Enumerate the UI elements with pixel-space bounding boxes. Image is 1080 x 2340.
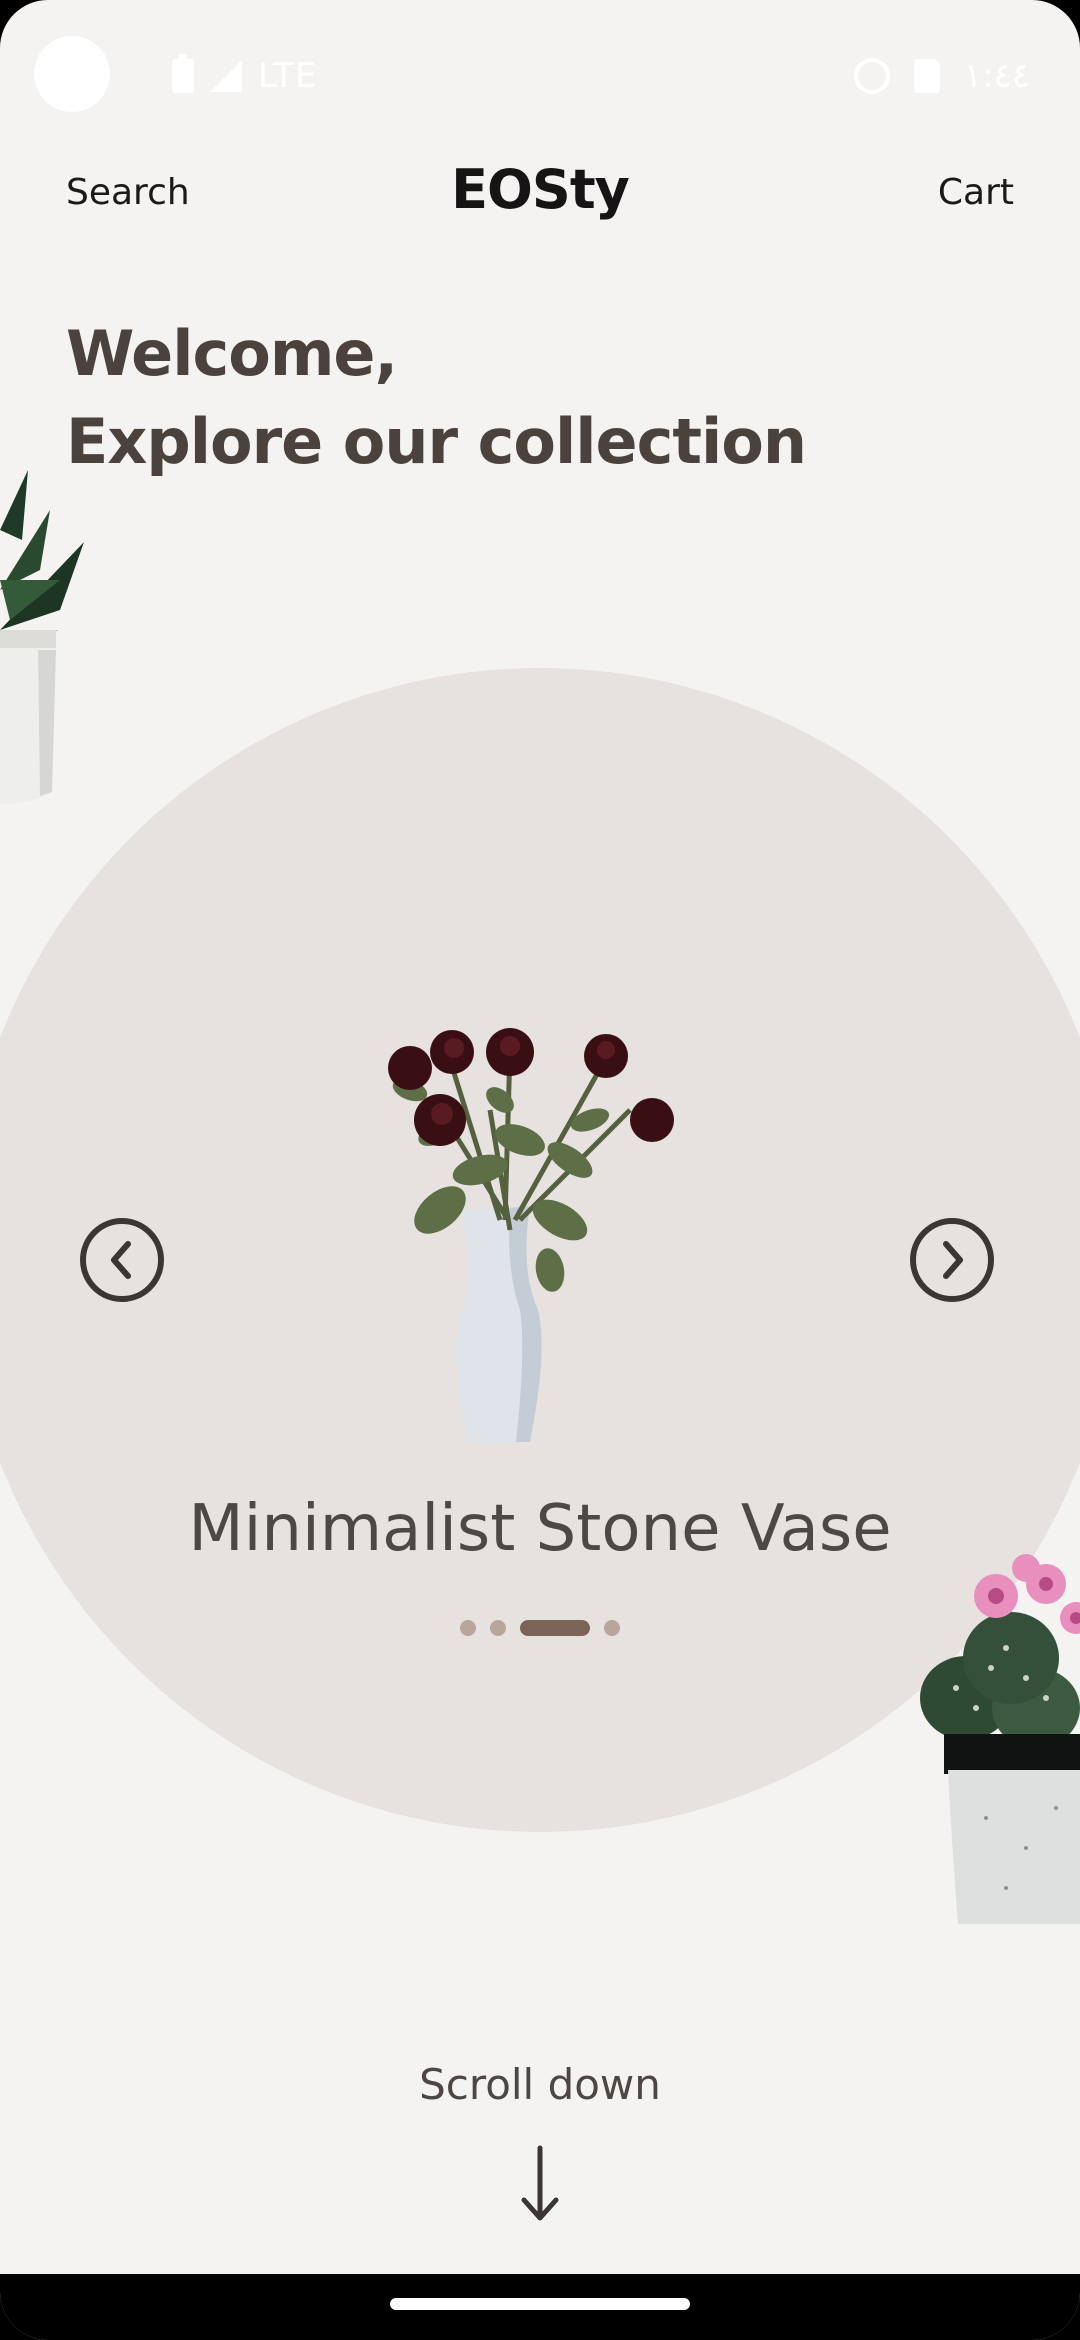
page-dot[interactable] (490, 1620, 506, 1636)
cart-button[interactable]: Cart (938, 172, 1014, 213)
arrow-down-icon[interactable] (510, 2144, 570, 2224)
app-screen: LTE ١:٤٤ Search EOSty Cart Welcome, Expl… (0, 0, 1080, 2340)
camera-cutout (34, 36, 110, 112)
page-dot[interactable] (460, 1620, 476, 1636)
sd-card-icon (913, 59, 940, 93)
battery-icon (172, 54, 194, 93)
brand-title: EOSty (451, 158, 630, 221)
product-image (388, 1028, 674, 1442)
status-bar: LTE ١:٤٤ (0, 0, 1080, 150)
welcome-line-1: Welcome, (66, 317, 398, 390)
home-indicator[interactable] (390, 2298, 690, 2310)
next-button[interactable] (910, 1218, 994, 1302)
welcome-heading: Welcome, Explore our collection (66, 310, 807, 486)
page-dot[interactable] (604, 1620, 620, 1636)
cactus-plant-image (920, 1554, 1080, 1924)
scroll-down-label: Scroll down (419, 2060, 661, 2109)
page-dot-active[interactable] (520, 1620, 590, 1636)
network-type: LTE (258, 56, 318, 96)
chevron-left-icon (111, 1241, 131, 1279)
status-right: ١:٤٤ (853, 56, 1030, 96)
previous-button[interactable] (80, 1218, 164, 1302)
status-left: LTE (172, 54, 318, 96)
clock: ١:٤٤ (963, 56, 1030, 96)
chevron-right-icon (943, 1241, 963, 1279)
do-not-disturb-icon (853, 58, 890, 94)
succulent-plant-image (0, 470, 84, 804)
signal-icon (210, 60, 242, 92)
welcome-line-2: Explore our collection (66, 405, 807, 478)
